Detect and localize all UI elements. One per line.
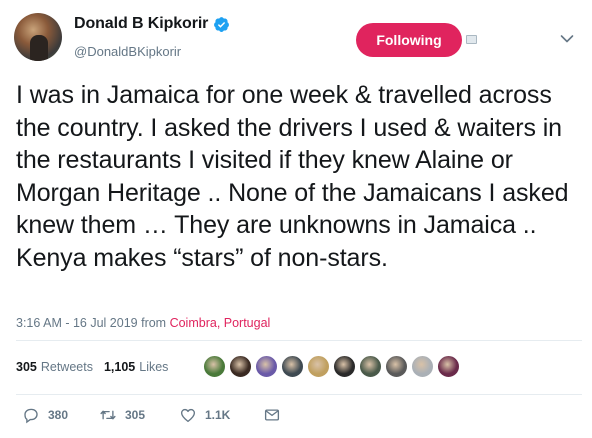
avatar[interactable] xyxy=(14,13,62,61)
likes-stat[interactable]: 1,105 Likes xyxy=(104,360,168,374)
liker-avatar[interactable] xyxy=(359,355,382,378)
tweet-stats: 305 Retweets 1,105 Likes xyxy=(16,360,168,374)
like-count: 1.1K xyxy=(205,408,231,422)
liker-avatar[interactable] xyxy=(307,355,330,378)
heart-icon xyxy=(180,408,196,423)
divider xyxy=(16,394,582,395)
author-display-name[interactable]: Donald B Kipkorir xyxy=(74,15,208,33)
retweet-icon xyxy=(100,410,116,420)
author-handle[interactable]: @DonaldBKipkorir xyxy=(74,44,181,59)
like-button[interactable]: 1.1K xyxy=(179,406,263,424)
liker-avatar[interactable] xyxy=(281,355,304,378)
liker-avatar[interactable] xyxy=(437,355,460,378)
liker-avatar[interactable] xyxy=(229,355,252,378)
liker-avatar[interactable] xyxy=(203,355,226,378)
retweets-stat[interactable]: 305 Retweets xyxy=(16,360,93,374)
reply-icon xyxy=(24,408,38,424)
author-name-row: Donald B Kipkorir xyxy=(74,15,230,33)
retweet-count: 305 xyxy=(125,408,146,422)
liker-avatars xyxy=(203,355,463,378)
reply-button[interactable]: 380 xyxy=(22,406,99,424)
liker-avatar[interactable] xyxy=(333,355,356,378)
follow-settings-icon[interactable] xyxy=(466,35,477,44)
verified-badge-icon xyxy=(214,16,230,32)
direct-message-button[interactable] xyxy=(263,406,289,424)
tweet-actions: 380 305 1.1K xyxy=(22,404,289,426)
likes-count: 1,105 xyxy=(103,360,136,374)
tweet-timestamp[interactable]: 3:16 AM - 16 Jul 2019 xyxy=(16,316,138,330)
tweet-meta: 3:16 AM - 16 Jul 2019 from Coimbra, Port… xyxy=(16,316,270,330)
following-button[interactable]: Following xyxy=(356,23,462,57)
tweet-location[interactable]: Coimbra, Portugal xyxy=(170,316,271,330)
liker-avatar[interactable] xyxy=(385,355,408,378)
tweet-card: Donald B Kipkorir @DonaldBKipkorir Follo… xyxy=(0,0,592,438)
envelope-icon xyxy=(264,409,280,421)
divider xyxy=(16,340,582,341)
liker-avatar[interactable] xyxy=(411,355,434,378)
from-label: from xyxy=(141,316,167,330)
likes-label: Likes xyxy=(139,360,169,374)
retweets-label: Retweets xyxy=(40,360,93,374)
reply-count: 380 xyxy=(48,408,69,422)
tweet-text: I was in Jamaica for one week & travelle… xyxy=(16,81,569,272)
retweet-button[interactable]: 305 xyxy=(99,406,179,424)
chevron-down-icon[interactable] xyxy=(560,34,574,44)
liker-avatar[interactable] xyxy=(255,355,278,378)
retweets-count: 305 xyxy=(16,360,37,374)
